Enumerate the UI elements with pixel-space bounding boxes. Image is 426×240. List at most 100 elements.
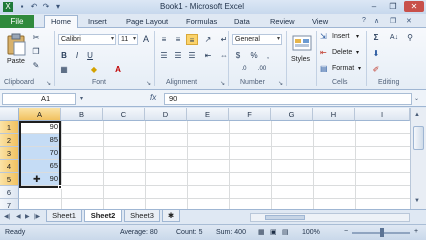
redo-icon[interactable]: ↷ [41,2,51,12]
alignment-launcher-icon[interactable]: ↘ [220,80,225,87]
sheet-tab[interactable]: Sheet2 [84,210,122,222]
paste-button[interactable]: Paste [4,32,28,72]
zoom-in-button[interactable]: + [414,228,418,235]
sheet-tab[interactable]: Sheet1 [46,210,82,222]
font-launcher-icon[interactable]: ↘ [146,80,151,87]
autosum-button[interactable]: Σ [370,32,382,43]
format-painter-icon[interactable]: ✎ [30,60,42,71]
orientation-icon[interactable]: ↗ [202,34,214,45]
scroll-thumb[interactable] [265,215,305,220]
clear-icon[interactable]: ✐ [370,64,382,75]
row-header[interactable]: 4 [0,160,19,173]
row-header[interactable]: 5 [0,173,19,186]
tab-review[interactable]: Review [270,16,295,28]
decrease-decimal-button[interactable]: .00 [256,64,268,75]
name-box[interactable]: A1 [2,93,76,105]
save-icon[interactable]: ▪ [17,2,27,12]
tab-data[interactable]: Data [234,16,250,28]
zoom-out-button[interactable]: − [344,228,348,235]
align-right-icon[interactable]: ☰ [186,50,198,61]
column-header[interactable]: I [355,108,410,121]
restore-button[interactable]: ❐ [384,1,402,12]
cut-icon[interactable]: ✂ [30,32,42,43]
page-break-view-icon[interactable]: ▤ [282,228,289,236]
column-header[interactable]: G [271,108,313,121]
column-header[interactable]: H [313,108,355,121]
undo-icon[interactable]: ↶ [29,2,39,12]
currency-button[interactable]: $ [232,50,244,61]
underline-button[interactable]: U [84,50,96,61]
row-header[interactable]: 6 [0,186,19,199]
normal-view-icon[interactable]: ▦ [258,228,265,236]
workbook-restore-icon[interactable]: ❐ [390,17,396,25]
row-header[interactable]: 1 [0,121,19,134]
fill-handle[interactable] [58,185,62,189]
chevron-down-icon[interactable]: ▾ [80,95,83,102]
bold-button[interactable]: B [58,50,70,61]
number-format-dropdown[interactable]: General ▾ [232,34,282,45]
find-select-button[interactable]: ⚲ [404,32,416,43]
styles-button[interactable]: Styles [289,34,315,74]
delete-cells-button[interactable]: ⇤ Delete ▾ [320,48,360,60]
insert-sheet-button[interactable]: ✱ [162,210,180,222]
close-button[interactable]: ✕ [404,1,424,12]
horizontal-scrollbar[interactable] [250,213,410,222]
column-header[interactable]: A [19,108,61,121]
increase-decimal-button[interactable]: .0 [238,64,250,75]
next-sheet-icon[interactable]: ▶ [25,213,30,220]
minimize-button[interactable]: – [365,1,383,12]
last-sheet-icon[interactable]: |▶ [34,213,40,220]
align-bottom-icon[interactable]: ≡ [186,34,198,45]
formula-input[interactable]: 90 [164,93,412,105]
row-header[interactable]: 7 [0,199,19,209]
column-header[interactable]: B [61,108,103,121]
scroll-down-icon[interactable]: ▼ [414,198,420,204]
font-name-dropdown[interactable]: Calibri ▾ [58,34,116,45]
scroll-up-icon[interactable]: ▲ [414,112,420,118]
decrease-indent-icon[interactable]: ⇤ [202,50,214,61]
first-sheet-icon[interactable]: ◀| [4,213,10,220]
help-icon[interactable]: ? [362,17,366,24]
page-layout-view-icon[interactable]: ▣ [270,228,277,236]
number-launcher-icon[interactable]: ↘ [278,80,283,87]
column-header[interactable]: D [145,108,187,121]
percent-button[interactable]: % [248,50,260,61]
scroll-thumb[interactable] [413,126,424,150]
insert-function-button[interactable]: fx [150,93,156,102]
fill-color-icon[interactable]: ◆ [88,64,100,75]
borders-icon[interactable]: ▦ [58,64,70,75]
tab-page-layout[interactable]: Page Layout [126,16,168,28]
align-top-icon[interactable]: ≡ [158,34,170,45]
fill-icon[interactable]: ⬇ [370,48,382,59]
align-left-icon[interactable]: ☰ [158,50,170,61]
column-header[interactable]: C [103,108,145,121]
minimize-ribbon-icon[interactable]: ∧ [374,17,379,25]
font-color-icon[interactable]: A [112,64,124,75]
format-cells-button[interactable]: ▤ Format ▾ [320,64,362,76]
vertical-scrollbar[interactable]: ▲ ▼ [410,108,426,209]
worksheet-grid[interactable]: A B C D E F G H I 1 2 3 4 5 6 7 90 85 70… [0,108,410,209]
copy-icon[interactable]: ❐ [30,46,42,57]
align-middle-icon[interactable]: ≡ [172,34,184,45]
grow-font-button[interactable]: A [140,34,152,45]
tab-insert[interactable]: Insert [88,16,107,28]
customize-quick-access-icon[interactable]: ▾ [53,2,63,12]
expand-formula-bar-icon[interactable]: ⌄ [414,95,419,102]
workbook-close-icon[interactable]: ✕ [406,17,412,25]
tab-home[interactable]: Home [44,15,79,29]
italic-button[interactable]: I [71,50,83,61]
excel-app-icon[interactable]: X [3,2,13,12]
align-center-icon[interactable]: ☰ [172,50,184,61]
sheet-tab[interactable]: Sheet3 [124,210,160,222]
font-size-dropdown[interactable]: 11 ▾ [118,34,138,45]
prev-sheet-icon[interactable]: ◀ [16,213,21,220]
insert-cells-button[interactable]: ⇲ Insert ▾ [320,32,360,44]
column-header[interactable]: F [229,108,271,121]
tab-file[interactable]: File [0,15,34,28]
row-header[interactable]: 3 [0,147,19,160]
comma-button[interactable]: , [262,50,274,61]
select-all-corner[interactable] [0,108,19,121]
column-header[interactable]: E [187,108,229,121]
sort-filter-button[interactable]: A↓ [386,32,402,43]
row-header[interactable]: 2 [0,134,19,147]
